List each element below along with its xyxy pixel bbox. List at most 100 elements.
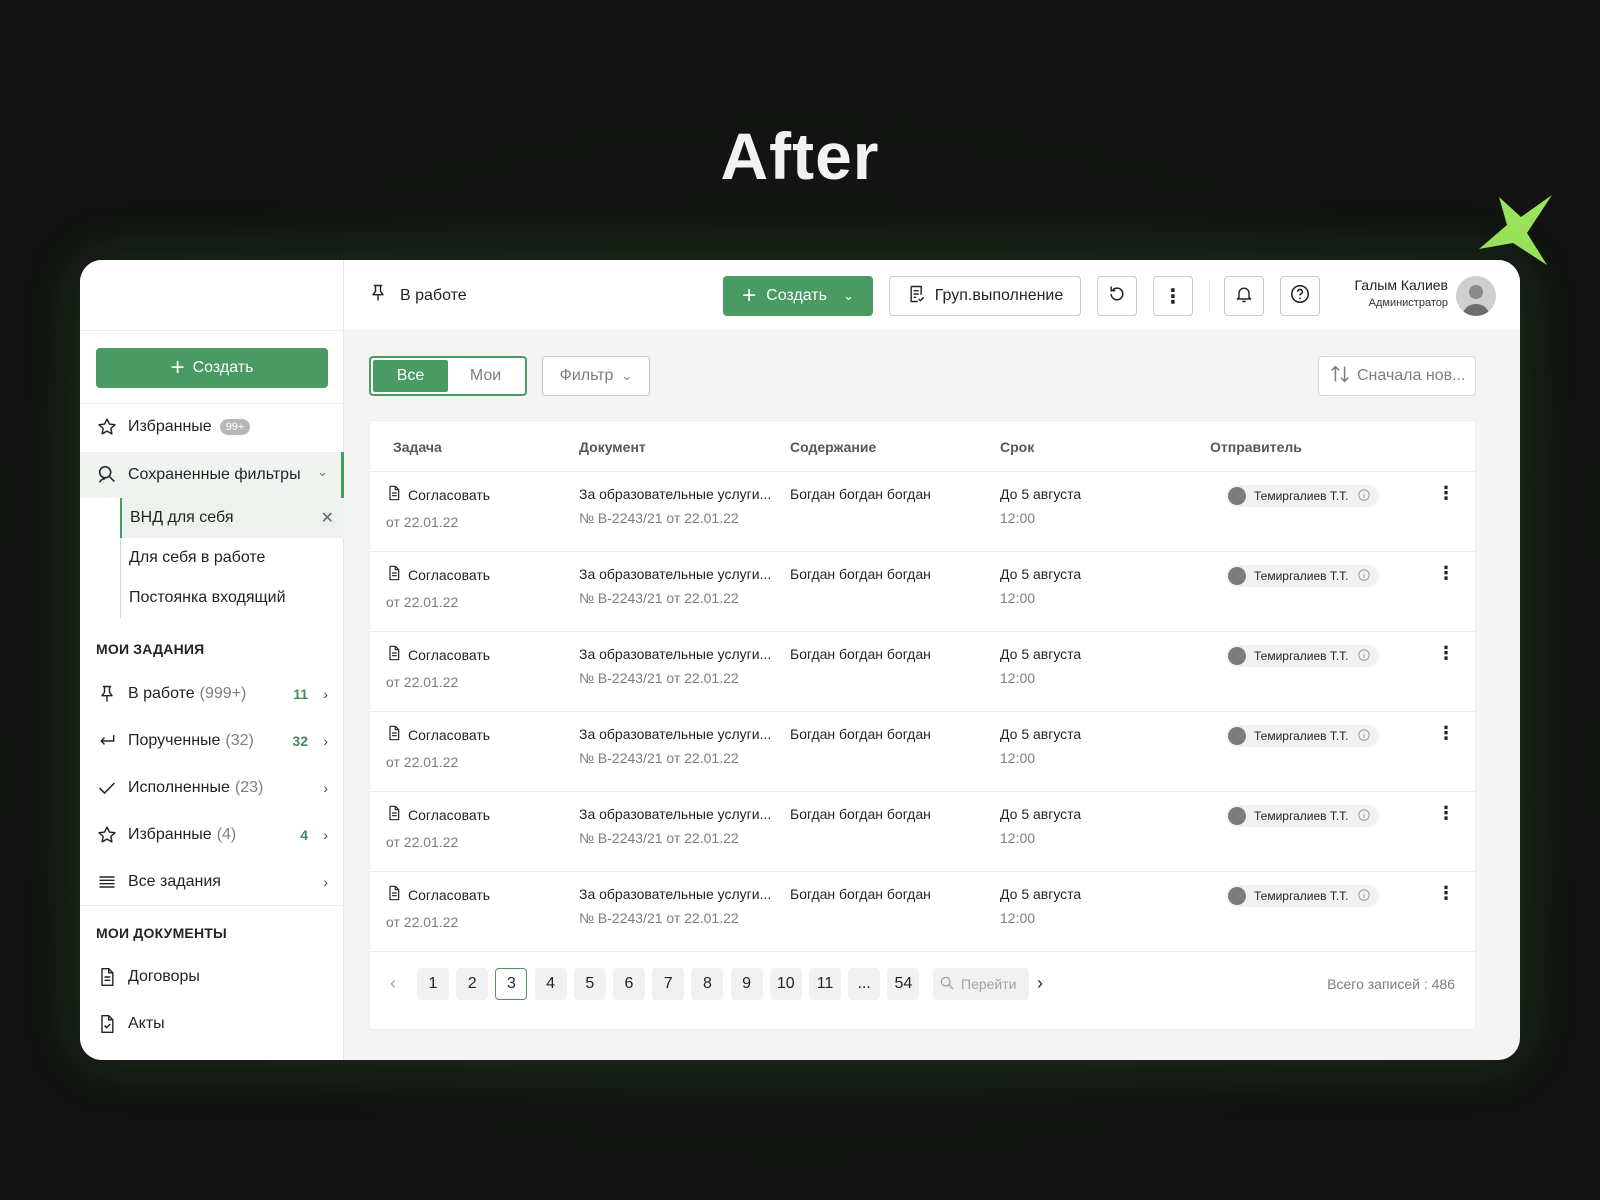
chevron-right-icon[interactable]: › (1037, 973, 1043, 994)
due-date: До 5 августа (1000, 726, 1082, 742)
saved-filter-label: Постоянка входящий (129, 589, 286, 606)
document-title[interactable]: За образовательные услуги... (579, 806, 771, 822)
filter-button[interactable]: Фильтр ⌄ (542, 356, 650, 396)
sender-chip[interactable]: Темиргалиев Т.Т. (1226, 805, 1379, 827)
content-text: Богдан богдан богдан (790, 566, 931, 582)
page-button[interactable]: 3 (495, 968, 528, 1000)
close-icon[interactable]: ✕ (321, 508, 334, 528)
saved-filter-item[interactable]: Для себя в работе (121, 538, 344, 578)
row-menu-icon[interactable]: ⋮ (1437, 724, 1455, 742)
sidebar-item-all-tasks[interactable]: Все задания › (80, 862, 344, 902)
table-row[interactable]: Согласовать от 22.01.22 За образовательные… (370, 712, 1477, 792)
tab-mine[interactable]: Мои (448, 360, 523, 392)
more-button[interactable]: ⋮ (1153, 276, 1193, 316)
row-menu-icon[interactable]: ⋮ (1437, 484, 1455, 502)
due-date: До 5 августа (1000, 566, 1082, 582)
app-window: + Создать Избранные 99+ Сохраненные филь… (80, 260, 1520, 1060)
saved-filter-item[interactable]: ВНД для себя ✕ (120, 498, 344, 538)
sender-name: Темиргалиев Т.Т. (1254, 889, 1349, 903)
task-cell: Согласовать (386, 725, 490, 744)
sidebar-item-done[interactable]: Исполненные (23) › (80, 768, 344, 808)
page-button[interactable]: 6 (613, 968, 645, 1000)
sender-chip[interactable]: Темиргалиев Т.Т. (1226, 885, 1379, 907)
bell-icon (1234, 284, 1254, 309)
document-icon (96, 966, 118, 988)
sidebar-create-button[interactable]: + Создать (96, 348, 328, 388)
page-button[interactable]: 1 (417, 968, 449, 1000)
avatar[interactable] (1456, 276, 1496, 316)
item-new-count: 11 (293, 686, 308, 702)
due-time: 12:00 (1000, 590, 1036, 606)
goto-page-input[interactable]: Перейти (933, 968, 1029, 1000)
plus-icon: + (742, 282, 757, 309)
page-button[interactable]: 10 (769, 968, 802, 1000)
document-title[interactable]: За образовательные услуги... (579, 646, 771, 662)
row-menu-icon[interactable]: ⋮ (1437, 644, 1455, 662)
page-button[interactable]: ... (848, 968, 881, 1000)
sidebar-item-contracts[interactable]: Договоры (80, 957, 344, 997)
sender-chip[interactable]: Темиргалиев Т.Т. (1226, 565, 1379, 587)
info-icon[interactable] (1357, 648, 1371, 665)
chevron-left-icon[interactable]: ‹ (390, 973, 396, 994)
info-icon[interactable] (1357, 888, 1371, 905)
group-execution-label: Груп.выполнение (934, 287, 1064, 304)
content-text: Богдан богдан богдан (790, 726, 931, 742)
document-title[interactable]: За образовательные услуги... (579, 566, 771, 582)
document-title[interactable]: За образовательные услуги... (579, 486, 771, 502)
sender-chip[interactable]: Темиргалиев Т.Т. (1226, 725, 1379, 747)
sidebar-item-task-favorites[interactable]: Избранные (4) 4 › (80, 815, 344, 855)
user-name: Галым Калиев (1354, 277, 1448, 293)
page-button[interactable]: 7 (652, 968, 685, 1000)
sender-chip[interactable]: Темиргалиев Т.Т. (1226, 485, 1379, 507)
row-menu-icon[interactable]: ⋮ (1437, 564, 1455, 582)
group-execution-button[interactable]: Груп.выполнение (889, 276, 1081, 316)
create-dropdown-button[interactable]: + Создать ⌄ (723, 276, 873, 316)
info-icon[interactable] (1357, 568, 1371, 585)
info-icon[interactable] (1357, 488, 1371, 505)
document-title[interactable]: За образовательные услуги... (579, 726, 771, 742)
content-text: Богдан богдан богдан (790, 886, 931, 902)
document-number: № B-2243/21 от 22.01.22 (579, 670, 739, 686)
notifications-button[interactable] (1224, 276, 1264, 316)
sidebar-item-favorites[interactable]: Избранные 99+ (80, 407, 344, 447)
page-button[interactable]: 11 (809, 968, 841, 1000)
task-cell: Согласовать (386, 565, 490, 584)
tab-all[interactable]: Все (373, 360, 448, 392)
page-title: В работе (400, 286, 467, 304)
page-button[interactable]: 2 (456, 968, 489, 1000)
saved-filter-item[interactable]: Постоянка входящий (121, 578, 344, 618)
chevron-down-icon[interactable]: ⌄ (317, 464, 328, 480)
document-number: № B-2243/21 от 22.01.22 (579, 910, 739, 926)
due-date: До 5 августа (1000, 886, 1082, 902)
page-button[interactable]: 4 (534, 968, 567, 1000)
task-date: от 22.01.22 (386, 834, 459, 850)
chevron-down-icon: ⌄ (621, 368, 633, 383)
row-menu-icon[interactable]: ⋮ (1437, 884, 1455, 902)
page-button[interactable]: 9 (730, 968, 763, 1000)
content-text: Богдан богдан богдан (790, 486, 931, 502)
sidebar-item-in-work[interactable]: В работе (999+) 11 › (80, 674, 344, 714)
stage-background: After + Создать Избранные 99+ Сохраненны… (0, 0, 1600, 1200)
sidebar: + Создать Избранные 99+ Сохраненные филь… (80, 260, 344, 1060)
sidebar-item-acts[interactable]: Акты (80, 1004, 344, 1044)
sidebar-item-assigned[interactable]: Порученные (32) 32 › (80, 721, 344, 761)
table-row[interactable]: Согласовать от 22.01.22 За образовательные… (370, 792, 1477, 872)
table-row[interactable]: Согласовать от 22.01.22 За образовательные… (370, 472, 1477, 552)
page-button[interactable]: 54 (887, 968, 920, 1000)
task-name: Согласовать (408, 486, 491, 503)
user-info[interactable]: Галым Калиев Администратор (1355, 277, 1448, 309)
info-icon[interactable] (1357, 808, 1371, 825)
document-title[interactable]: За образовательные услуги... (579, 886, 771, 902)
sidebar-item-saved-filters[interactable]: Сохраненные фильтры ⌄ (80, 452, 344, 498)
page-button[interactable]: 8 (691, 968, 724, 1000)
row-menu-icon[interactable]: ⋮ (1437, 804, 1455, 822)
page-button[interactable]: 5 (573, 968, 606, 1000)
table-row[interactable]: Согласовать от 22.01.22 За образовательные… (370, 552, 1477, 632)
sender-chip[interactable]: Темиргалиев Т.Т. (1226, 645, 1379, 667)
help-button[interactable] (1280, 276, 1320, 316)
sort-select[interactable]: Сначала нов... (1318, 356, 1476, 396)
table-row[interactable]: Согласовать от 22.01.22 За образовательные… (370, 872, 1477, 952)
refresh-button[interactable] (1097, 276, 1137, 316)
table-row[interactable]: Согласовать от 22.01.22 За образовательные… (370, 632, 1477, 712)
info-icon[interactable] (1357, 728, 1371, 745)
